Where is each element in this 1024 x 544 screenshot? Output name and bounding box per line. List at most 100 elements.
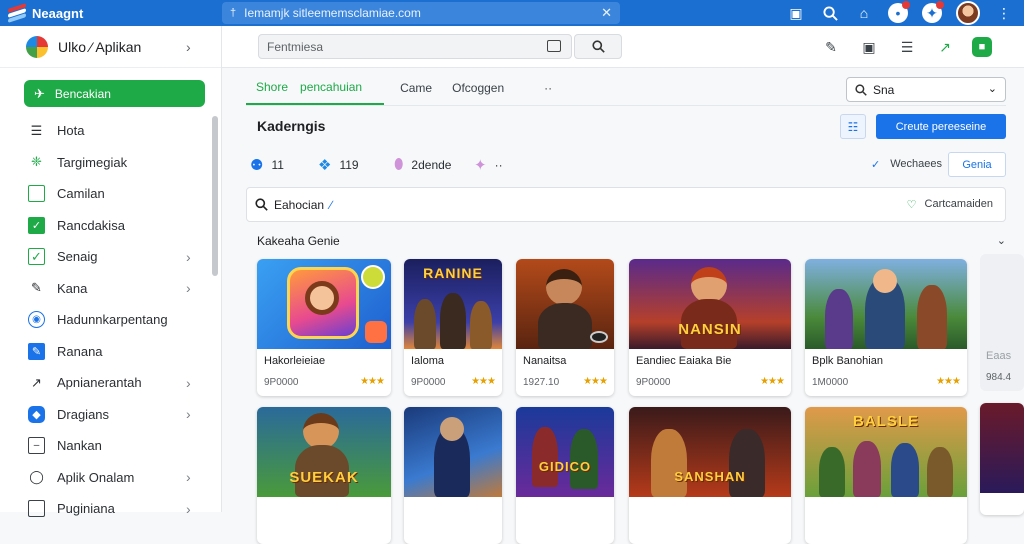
tab-label: Came [400,81,433,95]
sort-select[interactable]: Sna ⌄ [846,77,1006,102]
notification-icon[interactable]: • [888,1,910,23]
game-name: Ialoma [411,355,445,367]
image-search-icon[interactable] [547,40,561,52]
sidebar-item-5[interactable]: ✎ Kana › [0,273,221,305]
toolbar: Fentmiesa ✎ ▣ ☰ ↗ ■ [222,26,1024,68]
grid-view-button[interactable]: ☷ [840,114,866,139]
app-brand[interactable]: Neaagnt [0,3,222,23]
game-rating: ★★★ [583,376,608,387]
app-logo-icon [8,3,26,23]
game-card[interactable]: SUEKAK [257,407,391,544]
title-row: Kaderngis ☷ Creute pereeseine [246,106,1006,146]
pen-icon: ✎ [31,280,42,296]
sidebar-item-8[interactable]: ↗ Apnianerantah › [0,367,221,399]
filter-option[interactable]: ♡ Cartcamaiden [907,198,993,211]
stat-value: 11 [271,158,284,172]
game-art [805,259,967,349]
tab-shore[interactable]: Shore pencahuian [246,80,385,105]
search-button[interactable] [574,34,622,59]
game-card[interactable]: RANINE Ialoma 9P0000 ★★★ [404,259,502,396]
sidebar-item-active[interactable]: ✈ Bencakian [24,80,205,107]
tab-bar: Shore pencahuian Came Ofcoggen ·· Sna ⌄ [246,68,1006,106]
frame-icon[interactable]: ▣ [858,36,880,58]
tab-label: Ofcoggen [452,81,505,95]
game-card[interactable] [404,407,502,544]
app-title: Neaagnt [32,5,84,21]
sidebar-item-9[interactable]: ◆ Dragians › [0,399,221,431]
menu-icon[interactable]: ☰ [896,36,918,58]
sidebar-nav-list: ☰ Hota ❈ Targimegiak Camilan ✓ Rancdakisa ✓… [0,115,221,525]
game-downloads: 1927.10 [523,377,560,388]
sidebar-item-label: Bencakian [54,86,111,101]
sidebar-item-2[interactable]: Camilan [0,178,221,210]
game-downloads: 984.4 [986,372,1012,383]
edit-icon[interactable]: ✎ [820,36,842,58]
game-card[interactable]: Nanaitsa 1927.10 ★★★ [516,259,614,396]
game-card[interactable]: GIDICO [516,407,614,544]
main-area: Fentmiesa ✎ ▣ ☰ ↗ ■ Shore pencahuian Came… [222,26,1024,544]
search-icon [591,40,605,53]
shield-icon: ♡ [906,199,917,211]
game-card[interactable]: Bplk Banohian 1M0000 ★★★ [805,259,967,396]
create-button[interactable]: Creute pereeseine [876,114,1006,139]
game-card[interactable]: BALSLE [805,407,967,544]
game-card[interactable]: SANSHAN [629,407,791,544]
checked-filter[interactable]: ✓ Wechaees [871,158,942,171]
filter-input[interactable]: Eahocian ∕ ♡ Cartcamaiden [246,187,1006,222]
close-icon[interactable]: ✕ [601,5,612,21]
sidebar-item-7[interactable]: ✎ Ranana [0,336,221,368]
search-icon[interactable] [820,3,840,23]
sidebar-item-3[interactable]: ✓ Rancdakisa [0,210,221,242]
extension-badge [936,1,944,9]
game-name: Bplk Banohian [812,355,883,367]
tab-came[interactable]: Came [390,81,442,105]
expand-icon[interactable]: ↗ [934,36,956,58]
chevron-down-icon[interactable]: ⌄ [997,234,1006,247]
sidebar-header-label: Ulko ⁄ Aplikan [58,38,142,55]
stat-gamepad: ⬮ 2dende [394,156,451,173]
tab-ofcoggen[interactable]: Ofcoggen [442,81,514,105]
game-rating: ★★★ [471,376,496,387]
home-icon[interactable]: ⌂ [854,3,874,23]
checked-filter-label: Wechaees [890,158,942,170]
sidebar-item-1[interactable]: ❈ Targimegiak [0,147,221,179]
sidebar-item-12[interactable]: Puginiana › [0,493,221,525]
sidebar-item-6[interactable]: ◉ Hadunnkarpentang [0,304,221,336]
shield-icon: ◆ [28,405,45,423]
section-header: Kakeaha Genie ⌄ [246,222,1006,259]
game-card[interactable]: NANSIN Eandiec Eaiaka Bie 9P0000 ★★★ [629,259,791,396]
check-box-icon: ✓ [28,216,45,234]
sidebar-item-label: Hadunnkarpentang [57,312,168,328]
sidebar-item-label: Aplik Onalam [57,469,135,485]
sidebar-header[interactable]: Ulko ⁄ Aplikan › [0,26,221,68]
search-icon [255,198,268,211]
game-button[interactable]: Genia [948,152,1006,177]
chevron-right-icon: › [186,280,191,297]
extension-icon[interactable]: ✦ [922,1,944,23]
sidebar-item-4[interactable]: ✓ Senaig › [0,241,221,273]
game-downloads: 9P0000 [264,377,299,388]
search-input[interactable]: Fentmiesa [258,34,572,59]
game-card-partial[interactable]: Eaas 984.4 [980,254,1024,391]
chevron-down-icon: ⌄ [987,83,997,95]
game-card-partial[interactable] [980,403,1024,515]
sidebar-item-label: Camilan [57,186,105,202]
game-card[interactable]: Hakorleieiae 9P0000 ★★★ [257,259,391,396]
tab-label: ·· [544,81,553,95]
more-vert-icon[interactable]: ⋮ [994,3,1014,23]
tab-label-secondary: pencahuian [300,80,363,94]
tab-more[interactable]: ·· [534,81,562,105]
game-rating: ★★★ [936,376,961,387]
game-rating: ★★★ [360,376,385,387]
select-value: Sna [873,82,895,97]
sidebar-item-0[interactable]: ☰ Hota [0,115,221,147]
address-bar[interactable]: † Iemamjk sitleememsclamiae.com ✕ [222,2,620,24]
grid-app-icon[interactable]: ■ [972,37,992,57]
avatar[interactable] [956,1,980,25]
sidebar-item-10[interactable]: – Nankan [0,430,221,462]
bookmark-icon[interactable]: ▣ [786,3,806,23]
game-downloads: 9P0000 [411,377,446,388]
sidebar-item-11[interactable]: ◯ Aplik Onalam › [0,462,221,494]
sidebar-scrollbar[interactable] [212,116,218,276]
address-text: Iemamjk sitleememsclamiae.com [244,6,421,20]
